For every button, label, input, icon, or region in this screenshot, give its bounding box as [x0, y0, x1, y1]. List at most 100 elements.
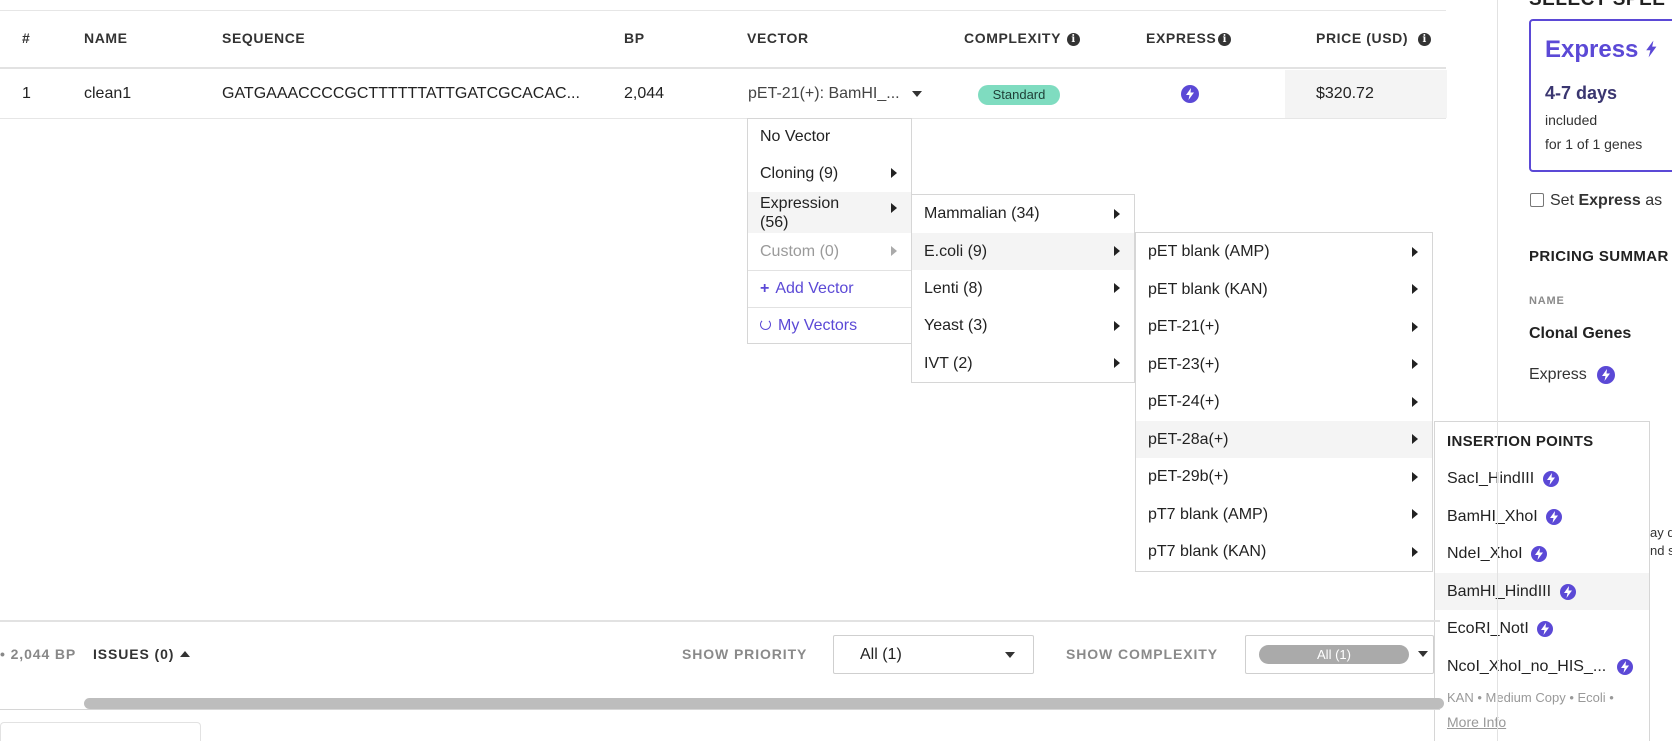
express-toggle[interactable] — [1181, 85, 1199, 103]
col-header-price[interactable]: PRICE (USD) i — [1316, 30, 1432, 46]
menu-item-yeast[interactable]: Yeast (3) — [912, 307, 1134, 345]
gene-price: $320.72 — [1316, 85, 1374, 102]
menu-item-label: Yeast (3) — [924, 317, 988, 334]
my-vectors-label: My Vectors — [778, 317, 858, 334]
priority-select[interactable]: All (1) — [833, 635, 1034, 674]
menu-item-label: Lenti (8) — [924, 280, 983, 297]
caret-right-icon — [1412, 322, 1418, 332]
caret-right-icon — [1114, 283, 1120, 293]
add-vector-label: Add Vector — [775, 280, 854, 297]
col-header-express[interactable]: EXPRESS i — [1146, 30, 1232, 46]
bottom-tab[interactable] — [0, 722, 201, 741]
menu-item-vector[interactable]: pET blank (KAN) — [1136, 271, 1432, 308]
menu-item-vector[interactable]: pET-21(+) — [1136, 308, 1432, 346]
caret-right-icon — [1412, 247, 1418, 257]
col-header-sequence[interactable]: SEQUENCE — [222, 30, 305, 46]
clipped-note-line-1: ay d — [1650, 525, 1672, 540]
vector-select-value[interactable]: pET-21(+): BamHI_... — [748, 85, 900, 103]
row-divider — [0, 118, 1446, 119]
express-included: included — [1545, 112, 1598, 128]
insertion-point-item[interactable]: NdeI_XhoI — [1435, 535, 1649, 573]
menu-item-vector[interactable]: pET-24(+) — [1136, 383, 1432, 421]
caret-right-icon — [891, 203, 897, 213]
caret-right-icon — [1412, 472, 1418, 482]
menu-item-label: pET blank (KAN) — [1148, 281, 1268, 298]
insertion-point-label: EcoRI_NotI — [1447, 620, 1529, 637]
gene-sequence[interactable]: GATGAAACCCCGCTTTTTTATTGATCGCACAC... — [222, 85, 580, 103]
menu-item-expression[interactable]: Expression (56) — [748, 192, 911, 233]
horizontal-scrollbar[interactable] — [84, 698, 1444, 709]
add-vector-button[interactable]: + Add Vector — [748, 271, 911, 307]
menu-item-vector-selected[interactable]: pET-28a(+) — [1136, 421, 1432, 458]
insertion-point-item[interactable]: SacI_HindIII — [1435, 460, 1649, 498]
complexity-select[interactable]: All (1) — [1245, 635, 1434, 674]
menu-item-vector[interactable]: pT7 blank (AMP) — [1136, 496, 1432, 533]
menu-item-ivt[interactable]: IVT (2) — [912, 345, 1134, 382]
lightning-icon — [1645, 37, 1657, 65]
express-card-title-label: Express — [1545, 36, 1639, 63]
menu-item-cloning-label: Cloning (9) — [760, 165, 839, 182]
caret-right-icon — [1412, 284, 1418, 294]
menu-item-label: pET-28a(+) — [1148, 431, 1229, 448]
refresh-icon — [760, 319, 771, 330]
chevron-down-icon[interactable] — [1418, 651, 1428, 657]
chevron-down-icon[interactable] — [912, 91, 922, 97]
insertion-point-item-hovered[interactable]: BamHI_HindIII — [1435, 573, 1649, 610]
menu-item-no-vector[interactable]: No Vector — [748, 119, 911, 155]
top-divider — [0, 10, 1446, 11]
caret-right-icon — [1412, 434, 1418, 444]
menu-item-lenti[interactable]: Lenti (8) — [912, 270, 1134, 307]
express-days: 4-7 days — [1545, 83, 1618, 103]
gene-name[interactable]: clean1 — [84, 85, 131, 103]
select-speed-heading: SELECT SPEE — [1529, 0, 1665, 11]
vector-meta: KAN • Medium Copy • Ecoli • — [1447, 690, 1614, 705]
lightning-icon — [1531, 545, 1548, 562]
menu-item-vector[interactable]: pET-23(+) — [1136, 346, 1432, 383]
menu-item-vector[interactable]: pET-29b(+) — [1136, 458, 1432, 496]
info-icon[interactable]: i — [1218, 33, 1232, 46]
set-express-checkbox[interactable] — [1530, 193, 1544, 207]
my-vectors-button[interactable]: My Vectors — [748, 308, 911, 344]
row-num: 1 — [22, 85, 31, 102]
lightning-icon — [1181, 85, 1199, 103]
express-card-title: Express — [1545, 36, 1657, 65]
col-header-complexity[interactable]: COMPLEXITY i — [964, 30, 1081, 46]
col-header-price-label: PRICE (USD) — [1316, 30, 1409, 46]
info-icon[interactable]: i — [1418, 33, 1432, 46]
menu-item-vector[interactable]: pET blank (AMP) — [1136, 233, 1432, 271]
col-header-name[interactable]: NAME — [84, 30, 128, 46]
menu-item-vector[interactable]: pT7 blank (KAN) — [1136, 533, 1432, 571]
caret-right-icon — [1412, 509, 1418, 519]
insertion-point-item[interactable]: NcoI_XhoI_no_HIS_... — [1435, 648, 1649, 685]
caret-right-icon — [1114, 209, 1120, 219]
lightning-icon — [1559, 583, 1576, 600]
menu-item-label: Mammalian (34) — [924, 205, 1040, 222]
col-header-vector[interactable]: VECTOR — [747, 30, 809, 46]
menu-item-label: pET-23(+) — [1148, 356, 1220, 373]
menu-item-label: pT7 blank (KAN) — [1148, 543, 1267, 560]
express-option-card[interactable]: Express 4-7 days included for 1 of 1 gen… — [1529, 19, 1672, 172]
gene-bp: 2,044 — [624, 85, 665, 102]
insertion-point-item[interactable]: BamHI_XhoI — [1435, 498, 1649, 535]
menu-item-cloning[interactable]: Cloning (9) — [748, 155, 911, 192]
menu-item-label: IVT (2) — [924, 355, 973, 372]
insertion-point-item[interactable]: EcoRI_NotI — [1435, 610, 1649, 648]
menu-item-label: pET-24(+) — [1148, 393, 1220, 410]
caret-right-icon — [1412, 397, 1418, 407]
issues-toggle[interactable]: ISSUES (0) — [93, 646, 191, 662]
menu-item-ecoli[interactable]: E.coli (9) — [912, 233, 1134, 270]
menu-item-mammalian[interactable]: Mammalian (34) — [912, 195, 1134, 233]
set-express-default[interactable]: Set Express as — [1530, 192, 1662, 210]
info-icon[interactable]: i — [1067, 33, 1081, 46]
menu-item-label: pT7 blank (AMP) — [1148, 506, 1269, 523]
col-header-bp[interactable]: BP — [624, 30, 645, 46]
bottom-divider — [0, 709, 1440, 710]
complexity-select-value: All (1) — [1259, 645, 1409, 664]
menu-item-label: pET blank (AMP) — [1148, 243, 1270, 260]
pricing-name-label: NAME — [1529, 295, 1565, 307]
insertion-point-label: BamHI_XhoI — [1447, 508, 1538, 525]
lightning-icon — [1546, 508, 1563, 525]
menu-item-label: pET-29b(+) — [1148, 468, 1229, 485]
express-line-item: Express — [1529, 366, 1616, 384]
menu-item-custom[interactable]: Custom (0) — [748, 233, 911, 270]
